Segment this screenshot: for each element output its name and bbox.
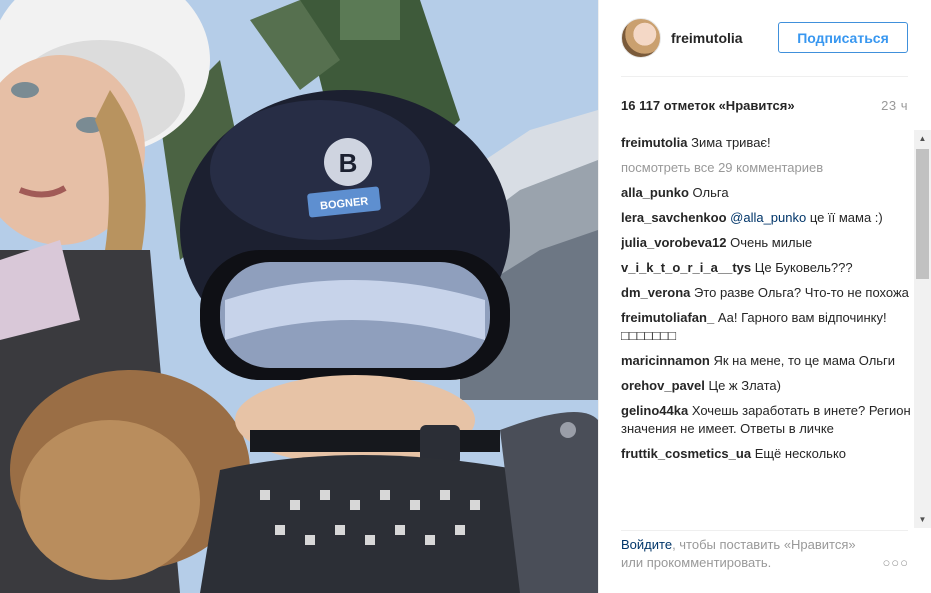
comment-text: Ольга bbox=[692, 185, 729, 200]
post-photo[interactable]: B BOGNER bbox=[0, 0, 598, 593]
comment-username[interactable]: orehov_pavel bbox=[621, 378, 705, 393]
comment-username[interactable]: fruttik_cosmetics_ua bbox=[621, 446, 751, 461]
comments-list[interactable]: freimutolia Зима триває! посмотреть все … bbox=[621, 134, 911, 530]
caption: freimutolia Зима триває! bbox=[621, 134, 911, 152]
comment-text: Це Буковель??? bbox=[754, 260, 853, 275]
post-sidebar: freimutolia Подписаться 16 117 отметок «… bbox=[598, 0, 931, 593]
list-item: julia_vorobeva12 Очень милые bbox=[621, 234, 911, 252]
list-item: dm_verona Это разве Ольга? Что-то не пох… bbox=[621, 284, 911, 302]
post-meta: 16 117 отметок «Нравится» 23 ч bbox=[621, 96, 908, 114]
comments-scrollbar[interactable]: ▲ ▼ bbox=[914, 130, 931, 528]
scrollbar-thumb[interactable] bbox=[916, 149, 929, 279]
comment-username[interactable]: freimutolia bbox=[621, 135, 687, 150]
comment-text: Як на мене, то це мама Ольги bbox=[713, 353, 896, 368]
comment-text: Ещё несколько bbox=[754, 446, 847, 461]
header-divider bbox=[621, 76, 908, 77]
author-username[interactable]: freimutolia bbox=[671, 30, 743, 46]
comment-text: Очень милые bbox=[730, 235, 813, 250]
comment-username[interactable]: julia_vorobeva12 bbox=[621, 235, 727, 250]
login-link[interactable]: Войдите bbox=[621, 537, 672, 552]
list-item: gelino44ka Хочешь заработать в инете? Ре… bbox=[621, 402, 911, 438]
login-prompt: Войдите, чтобы поставить «Нравится» или … bbox=[621, 536, 861, 572]
comment-username[interactable]: dm_verona bbox=[621, 285, 690, 300]
instagram-post-view: B BOGNER freimutolia Подписаться 16 117 … bbox=[0, 0, 931, 593]
post-time[interactable]: 23 ч bbox=[881, 98, 908, 113]
comment-text: Это разве Ольга? Что-то не похожа bbox=[694, 285, 909, 300]
view-all-comments-link[interactable]: посмотреть все 29 комментариев bbox=[621, 159, 911, 177]
comment-username[interactable]: gelino44ka bbox=[621, 403, 688, 418]
avatar[interactable] bbox=[621, 18, 661, 58]
comment-text: це її мама :) bbox=[809, 210, 883, 225]
list-item: lera_savchenkoo @alla_punko це її мама :… bbox=[621, 209, 911, 227]
comment-username[interactable]: v_i_k_t_o_r_i_a__tys bbox=[621, 260, 751, 275]
comment-text: Зима триває! bbox=[691, 135, 771, 150]
scroll-down-icon[interactable]: ▼ bbox=[914, 511, 931, 528]
comment-username[interactable]: freimutoliafan_ bbox=[621, 310, 714, 325]
list-item: fruttik_cosmetics_ua Ещё несколько bbox=[621, 445, 911, 463]
comment-username[interactable]: maricinnamon bbox=[621, 353, 710, 368]
list-item: maricinnamon Як на мене, то це мама Ольг… bbox=[621, 352, 911, 370]
comment-text: Це ж Злата) bbox=[708, 378, 781, 393]
more-options-icon[interactable]: ○○○ bbox=[882, 555, 909, 570]
comment-mention[interactable]: @alla_punko bbox=[730, 210, 806, 225]
list-item: v_i_k_t_o_r_i_a__tys Це Буковель??? bbox=[621, 259, 911, 277]
list-item: orehov_pavel Це ж Злата) bbox=[621, 377, 911, 395]
scroll-up-icon[interactable]: ▲ bbox=[914, 130, 931, 147]
list-item: freimutoliafan_ Аа! Гарного вам відпочин… bbox=[621, 309, 911, 345]
footer-divider bbox=[621, 530, 908, 531]
comment-username[interactable]: alla_punko bbox=[621, 185, 689, 200]
likes-count[interactable]: 16 117 отметок «Нравится» bbox=[621, 98, 795, 113]
follow-button[interactable]: Подписаться bbox=[778, 22, 908, 53]
list-item: alla_punko Ольга bbox=[621, 184, 911, 202]
photo-illustration: B BOGNER bbox=[0, 0, 598, 593]
comment-username[interactable]: lera_savchenkoo bbox=[621, 210, 727, 225]
helmet-logo: B bbox=[339, 148, 358, 178]
